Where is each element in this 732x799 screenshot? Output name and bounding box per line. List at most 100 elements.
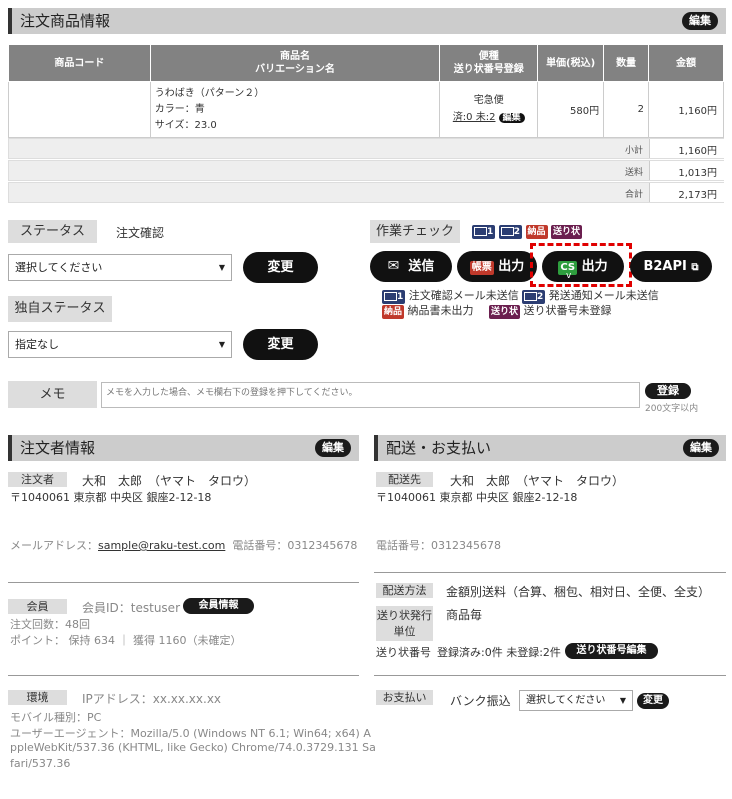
col-header-qty: 数量: [603, 44, 650, 82]
user-agent-1: ユーザーエージェント：Mozilla/5.0 (Windows NT 6.1; …: [10, 727, 371, 740]
col-header-ship-1: 便種: [478, 51, 499, 62]
cs-output-button[interactable]: CS 出力: [542, 251, 624, 282]
unit-tag-2: 単位: [393, 625, 416, 638]
order-items-edit-button[interactable]: 編集: [682, 12, 718, 30]
total-label: 合計: [624, 190, 643, 200]
subtotal-row: 小計 1,160円: [8, 138, 725, 159]
orderer-header: 注文者情報: [8, 435, 359, 461]
shipping-fee-value: 1,013円: [678, 168, 717, 179]
email-link[interactable]: sample@raku-test.com: [98, 539, 225, 552]
cell-name: うわばき（パターン２） カラー：青 サイズ：23.0: [149, 81, 441, 138]
b2api-button[interactable]: B2API ⧉: [630, 251, 712, 282]
subtotal-label: 小計: [624, 146, 643, 156]
ship-type: 宅急便: [473, 95, 504, 106]
work-check-label: 作業チェック: [370, 220, 460, 243]
memo-label: メモ: [8, 381, 97, 408]
chevron-down-icon: ▼: [218, 340, 225, 349]
custom-status-select[interactable]: 指定なし ▼: [8, 331, 232, 358]
external-link-icon: ⧉: [691, 262, 699, 273]
delivery-title: 配送・お支払い: [386, 439, 492, 457]
divider: [374, 572, 726, 573]
unit-tag-1: 送り状発行: [377, 609, 432, 622]
voucher-output-button[interactable]: 帳票 出力: [457, 251, 537, 282]
cell-price: 580円: [537, 81, 605, 138]
payment-change-button[interactable]: 変更: [637, 693, 669, 709]
table-header-row: 商品コード 商品名 バリエーション名 便種 送り状番号登録 単価(税込) 数量 金額: [8, 44, 724, 82]
delivery-unit: 商品毎: [446, 608, 483, 622]
member-tag: 会員: [8, 599, 67, 614]
shipping-fee-label: 送料: [624, 168, 643, 178]
payment-select[interactable]: 選択してください ▼: [519, 690, 633, 711]
legend-slip-text: 送り状番号未登録: [523, 304, 612, 317]
member-id: 会員ID：testuser: [82, 601, 180, 615]
item-size: サイズ：23.0: [154, 119, 217, 131]
mail-icon: [474, 227, 487, 236]
col-header-code: 商品コード: [8, 44, 151, 82]
orderer-name: 大和 太郎 （ヤマト タロウ）: [82, 474, 257, 488]
delivery-edit-button[interactable]: 編集: [683, 439, 719, 457]
delivery-method: 金額別送料（合算、梱包、相対日、全便、全支）: [446, 585, 711, 599]
slip-icon: 送り状: [489, 305, 521, 319]
item-color: カラー：青: [154, 103, 205, 115]
legend-delivery-text: 納品書未出力: [407, 304, 474, 317]
ship-edit-button[interactable]: 編集: [498, 113, 525, 123]
mail-icon: [500, 227, 514, 236]
status-change-button[interactable]: 変更: [243, 252, 318, 283]
subtotal-value: 1,160円: [678, 146, 717, 157]
item-name: うわばき（パターン２）: [154, 87, 265, 99]
table-row: うわばき（パターン２） カラー：青 サイズ：23.0 宅急便 済:0 未:2 編…: [8, 81, 724, 138]
status-select[interactable]: 選択してください ▼: [8, 254, 232, 281]
total-row: 合計 2,173円: [8, 182, 725, 203]
cell-qty: 2: [603, 81, 650, 138]
cursor-mark: v: [566, 271, 572, 281]
status-label: ステータス: [8, 220, 97, 243]
legend-m1-text: 注文確認メール未送信: [408, 289, 519, 302]
ip-address: IPアドレス：xx.xx.xx.xx: [82, 692, 222, 706]
delivery-tag: 配送先: [376, 472, 433, 487]
memo-textarea[interactable]: [101, 382, 640, 408]
slip-status: 登録済み:0件 未登録:2件: [437, 646, 561, 659]
payment-method: バンク振込: [450, 694, 511, 708]
custom-status-change-button[interactable]: 変更: [243, 329, 318, 360]
status-value: 注文確認: [116, 226, 165, 240]
method-tag: 配送方法: [376, 583, 433, 598]
orderer-contact: メールアドレス：sample@raku-test.com 電話番号：031234…: [10, 537, 357, 553]
divider: [8, 675, 359, 676]
orderer-edit-button[interactable]: 編集: [315, 439, 351, 457]
user-agent-2: ppleWebKit/537.36 (KHTML, like Gecko) Ch…: [10, 741, 376, 754]
order-count: 注文回数：48回: [10, 618, 90, 631]
b2api-label: B2API: [643, 259, 687, 274]
col-header-price: 単価(税込): [537, 44, 605, 82]
orderer-title: 注文者情報: [20, 439, 96, 457]
unit-tag: 送り状発行 単位: [376, 606, 433, 641]
payment-select-value: 選択してください: [526, 695, 606, 706]
chevron-down-icon: ▼: [218, 263, 225, 272]
cs-output-label: 出力: [581, 259, 608, 274]
email-label: メールアドレス：: [10, 539, 98, 552]
legend-m2-text: 発送通知メール未送信: [548, 289, 659, 302]
member-info-button[interactable]: 会員情報: [183, 598, 254, 614]
col-header-amount: 金額: [648, 44, 724, 82]
col-header-name-1: 商品名: [280, 51, 311, 62]
chevron-down-icon: ▼: [619, 696, 626, 705]
divider: [8, 582, 359, 583]
delivery-phone: 電話番号：0312345678: [376, 539, 501, 552]
send-button[interactable]: ✉ 送信: [370, 251, 452, 282]
col-header-name-2: バリエーション名: [255, 64, 335, 75]
envelope-icon: ✉: [387, 258, 400, 274]
order-items-header: 注文商品情報: [8, 8, 726, 34]
order-items-table: 商品コード 商品名 バリエーション名 便種 送り状番号登録 単価(税込) 数量 金額…: [8, 44, 724, 138]
cell-ship: 宅急便 済:0 未:2 編集: [439, 81, 539, 138]
send-label: 送信: [408, 259, 435, 274]
custom-status-label: 独自ステータス: [8, 296, 112, 322]
status-select-value: 選択してください: [15, 261, 103, 274]
ship-status-link[interactable]: 済:0 未:2: [453, 112, 496, 123]
voucher-output-label: 出力: [498, 259, 525, 274]
memo-register-button[interactable]: 登録: [645, 383, 691, 399]
divider: [374, 675, 726, 676]
slip-edit-button[interactable]: 送り状番号編集: [565, 643, 658, 659]
points: ポイント： 保持 634 ｜ 獲得 1160（未確定）: [10, 634, 242, 647]
orderer-tag: 注文者: [8, 472, 67, 487]
voucher-tag: 帳票: [469, 261, 494, 275]
orderer-address: 〒1040061 東京都 中央区 銀座2-12-18: [10, 491, 212, 504]
